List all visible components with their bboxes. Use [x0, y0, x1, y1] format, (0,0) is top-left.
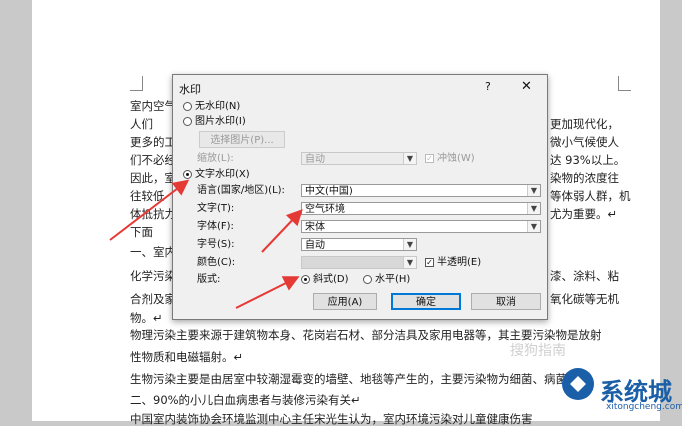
annotation-arrows [109, 179, 303, 309]
site-logo-icon [562, 368, 594, 400]
faint-watermark-text: 搜狗指南 [510, 343, 566, 359]
arrow-annotation-icon [109, 179, 190, 241]
arrow-annotation-icon [261, 209, 303, 253]
site-url: xitongcheng.com [606, 402, 682, 412]
arrow-annotation-icon [235, 276, 300, 309]
